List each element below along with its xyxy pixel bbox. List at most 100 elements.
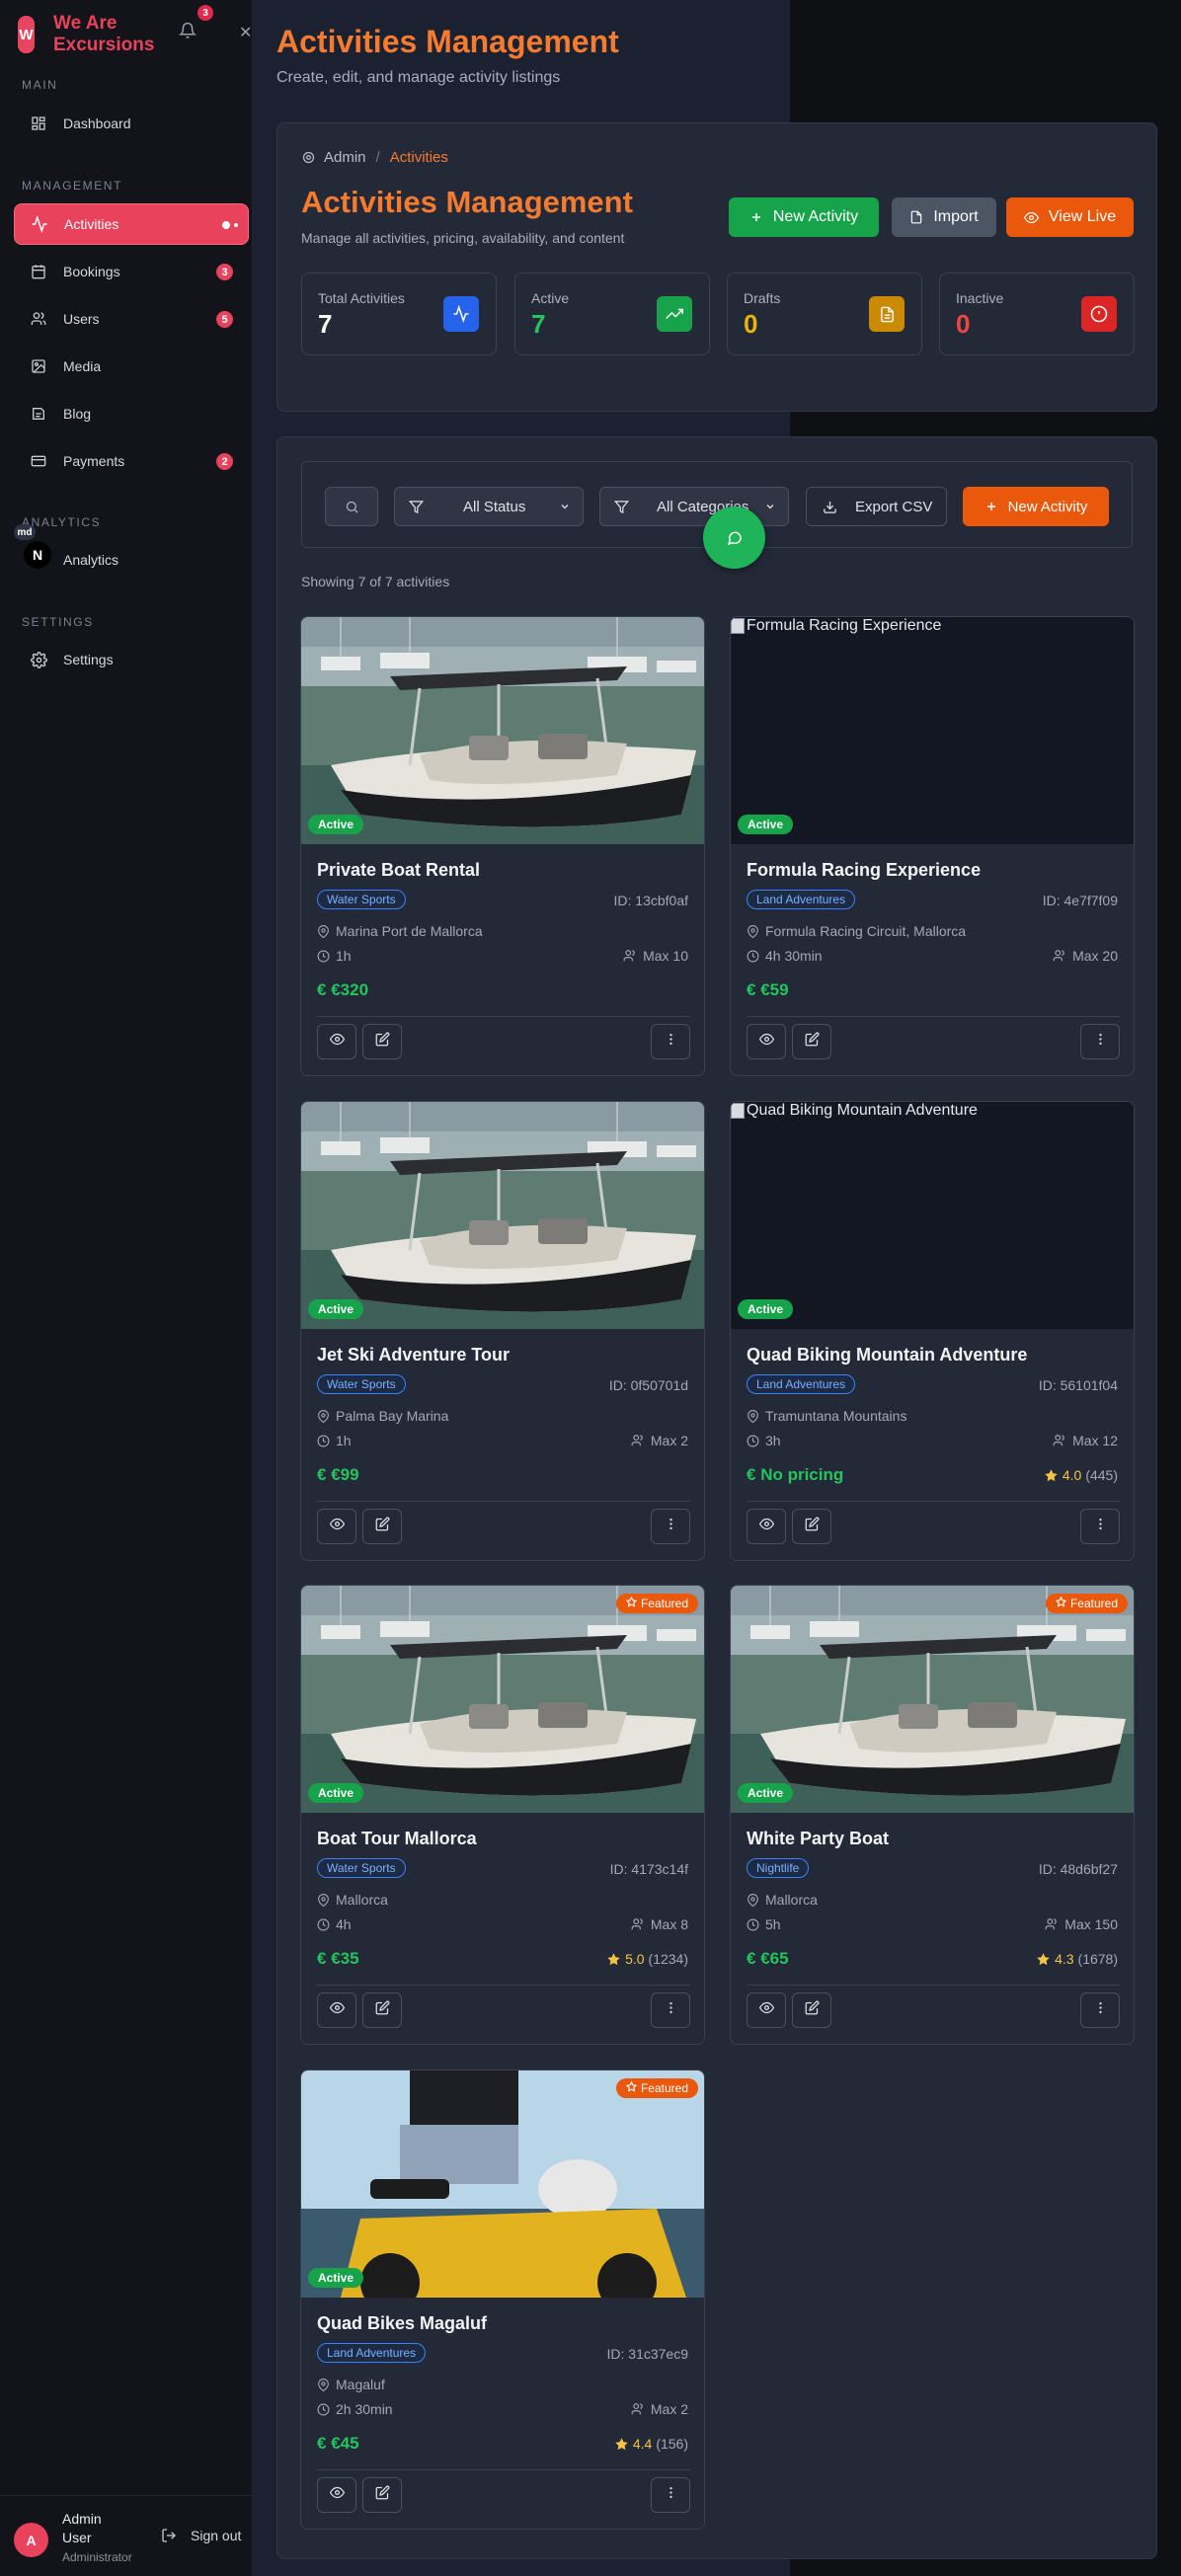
activity-card[interactable]: Active Featured Boat Tour Mallorca Water… bbox=[300, 1585, 705, 2045]
divider bbox=[317, 1985, 690, 1986]
activity-card[interactable]: Active Jet Ski Adventure Tour Water Spor… bbox=[300, 1101, 705, 1561]
import-button[interactable]: Import bbox=[892, 197, 996, 237]
new-activity-button-secondary[interactable]: New Activity bbox=[963, 487, 1109, 526]
eye-icon bbox=[758, 1032, 774, 1052]
edit-button[interactable] bbox=[792, 1509, 831, 1544]
breadcrumb-separator: / bbox=[375, 149, 380, 166]
more-options-button[interactable] bbox=[1080, 1992, 1120, 2028]
activity-image[interactable]: Formula Racing Experience Active bbox=[731, 617, 1134, 844]
export-csv-button[interactable]: Export CSV bbox=[806, 487, 947, 526]
status-badge: Active bbox=[308, 2268, 364, 2288]
activity-title[interactable]: Formula Racing Experience bbox=[747, 860, 981, 881]
activity-title[interactable]: Boat Tour Mallorca bbox=[317, 1829, 477, 1849]
sidebar-item-bookings[interactable]: Bookings 3 bbox=[14, 251, 249, 292]
edit-button[interactable] bbox=[362, 1992, 402, 2028]
stat-inactive: Inactive 0 bbox=[939, 273, 1135, 355]
edit-icon bbox=[805, 1517, 820, 1536]
status-badge: Active bbox=[308, 1783, 364, 1803]
eye-icon bbox=[758, 2000, 774, 2020]
status-badge: Active bbox=[738, 1299, 794, 1319]
view-live-button[interactable]: View Live bbox=[1006, 197, 1134, 237]
activity-capacity: Max 12 bbox=[1053, 1433, 1118, 1448]
sidebar-item-dashboard[interactable]: Dashboard bbox=[14, 103, 249, 144]
sidebar-item-payments[interactable]: Payments 2 bbox=[14, 440, 249, 482]
search-input[interactable] bbox=[325, 487, 378, 526]
more-options-button[interactable] bbox=[651, 1024, 690, 1059]
edit-button[interactable] bbox=[792, 1024, 831, 1059]
activity-capacity: Max 8 bbox=[631, 1916, 688, 1932]
view-button[interactable] bbox=[317, 1992, 356, 2028]
activity-card[interactable]: Active Featured Quad Bikes Magaluf Land … bbox=[300, 2069, 705, 2530]
capacity-text: Max 10 bbox=[643, 948, 688, 964]
n-logo-icon[interactable]: N bbox=[24, 541, 51, 569]
activity-title[interactable]: White Party Boat bbox=[747, 1829, 889, 1849]
activity-id: ID: 4173c14f bbox=[609, 1861, 688, 1877]
sidebar-item-blog[interactable]: Blog bbox=[14, 393, 249, 434]
edit-button[interactable] bbox=[362, 1509, 402, 1544]
activity-card[interactable]: Active Private Boat Rental Water Sports … bbox=[300, 616, 705, 1076]
edit-button[interactable] bbox=[792, 1992, 831, 2028]
currency-symbol: € bbox=[747, 1949, 756, 1968]
activity-image[interactable]: Active Featured bbox=[301, 1586, 704, 1813]
sidebar-item-users[interactable]: Users 5 bbox=[14, 298, 249, 340]
more-options-button[interactable] bbox=[651, 2477, 690, 2513]
activity-title[interactable]: Quad Bikes Magaluf bbox=[317, 2313, 487, 2334]
activity-image[interactable]: Active Featured bbox=[301, 2070, 704, 2298]
bell-icon[interactable] bbox=[178, 22, 198, 41]
rating-value: 5.0 bbox=[625, 1951, 645, 1967]
plus-icon bbox=[986, 502, 995, 511]
chat-button[interactable] bbox=[703, 507, 765, 569]
sidebar-item-media[interactable]: Media bbox=[14, 346, 249, 387]
new-activity-button[interactable]: New Activity bbox=[729, 197, 879, 237]
view-button[interactable] bbox=[317, 1509, 356, 1544]
activity-title[interactable]: Private Boat Rental bbox=[317, 860, 480, 881]
activity-image[interactable]: Quad Biking Mountain Adventure Active bbox=[731, 1102, 1134, 1329]
sign-out-button[interactable]: Sign out bbox=[161, 2528, 241, 2543]
status-filter[interactable]: All Status bbox=[394, 487, 584, 526]
activity-title[interactable]: Jet Ski Adventure Tour bbox=[317, 1345, 510, 1366]
more-options-button[interactable] bbox=[1080, 1509, 1120, 1544]
view-button[interactable] bbox=[317, 1024, 356, 1059]
currency-symbol: € bbox=[317, 1949, 327, 1968]
section-title: Activities Management bbox=[301, 185, 633, 219]
activity-card[interactable]: Formula Racing Experience Active Formula… bbox=[730, 616, 1135, 1076]
edit-button[interactable] bbox=[362, 2477, 402, 2513]
more-options-button[interactable] bbox=[651, 1509, 690, 1544]
activity-title[interactable]: Quad Biking Mountain Adventure bbox=[747, 1345, 1027, 1366]
breadcrumb-root[interactable]: Admin bbox=[324, 149, 366, 166]
brand[interactable]: W We Are Excursions bbox=[18, 13, 162, 56]
activity-card[interactable]: Active Featured White Party Boat Nightli… bbox=[730, 1585, 1135, 2045]
more-options-button[interactable] bbox=[651, 1992, 690, 2028]
boat-photo bbox=[301, 617, 704, 844]
location-text: Tramuntana Mountains bbox=[765, 1408, 907, 1424]
stat-value: 0 bbox=[744, 309, 758, 339]
view-button[interactable] bbox=[747, 1024, 786, 1059]
activity-id: ID: 13cbf0af bbox=[613, 893, 689, 908]
activity-capacity: Max 20 bbox=[1053, 948, 1118, 964]
star-icon bbox=[625, 1596, 641, 1610]
users-icon bbox=[631, 1435, 643, 1446]
sidebar-item-settings[interactable]: Settings bbox=[14, 639, 249, 680]
close-icon[interactable]: ✕ bbox=[239, 23, 252, 42]
plus-icon bbox=[751, 212, 760, 222]
more-vertical-icon bbox=[1093, 2000, 1108, 2020]
activity-image[interactable]: Active bbox=[301, 1102, 704, 1329]
view-button[interactable] bbox=[747, 1992, 786, 2028]
view-button[interactable] bbox=[747, 1509, 786, 1544]
more-options-button[interactable] bbox=[1080, 1024, 1120, 1059]
stat-value: 7 bbox=[531, 309, 546, 339]
rating-value: 4.0 bbox=[1062, 1467, 1082, 1483]
activity-image[interactable]: Active bbox=[301, 617, 704, 844]
activity-duration: 1h bbox=[317, 948, 352, 964]
activity-image[interactable]: Active Featured bbox=[731, 1586, 1134, 1813]
sidebar-item-label: Activities bbox=[64, 216, 119, 232]
clock-icon bbox=[317, 2403, 330, 2415]
filter-icon bbox=[614, 500, 629, 513]
edit-button[interactable] bbox=[362, 1024, 402, 1059]
stat-drafts: Drafts 0 bbox=[727, 273, 922, 355]
view-button[interactable] bbox=[317, 2477, 356, 2513]
activity-card[interactable]: Quad Biking Mountain Adventure Active Qu… bbox=[730, 1101, 1135, 1561]
clock-icon bbox=[317, 1918, 330, 1930]
sidebar-item-activities[interactable]: Activities bbox=[14, 203, 249, 245]
star-icon bbox=[1055, 1596, 1070, 1610]
